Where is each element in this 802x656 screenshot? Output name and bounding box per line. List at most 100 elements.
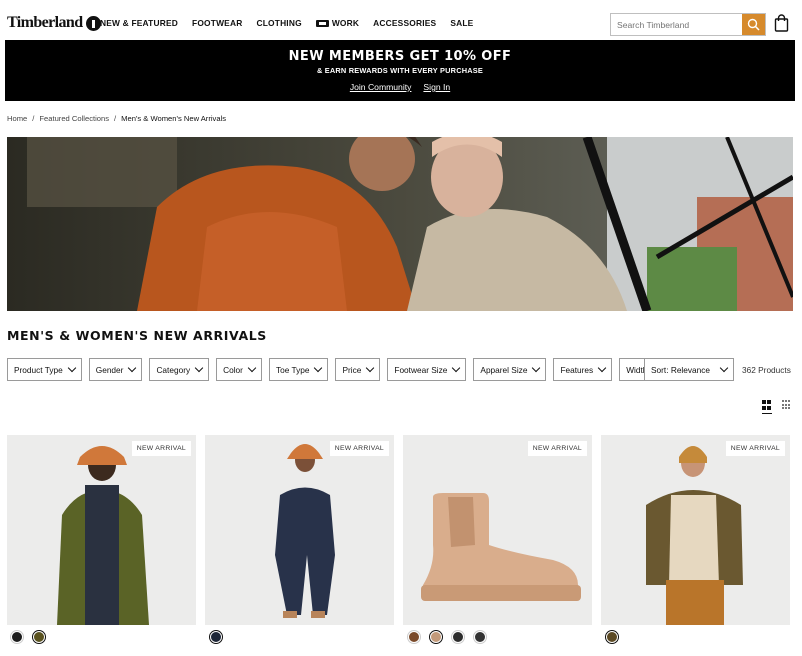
breadcrumb-home[interactable]: Home <box>7 114 27 123</box>
color-swatches <box>605 630 619 644</box>
grid-large-view-button[interactable] <box>762 400 772 414</box>
shopping-bag-icon <box>774 14 789 32</box>
color-swatch-selected[interactable] <box>32 630 46 644</box>
sort-dropdown[interactable]: Sort: Relevance <box>644 358 734 381</box>
product-image <box>275 444 335 618</box>
sign-in-link[interactable]: Sign In <box>423 82 450 92</box>
color-swatch-selected[interactable] <box>209 630 223 644</box>
nav-footwear[interactable]: FOOTWEAR <box>192 18 242 28</box>
filter-product-type[interactable]: Product Type <box>7 358 82 381</box>
grid-large-icon <box>762 400 772 410</box>
filter-label: Apparel Size <box>480 364 528 375</box>
breadcrumb-separator: / <box>32 114 35 123</box>
nav-clothing[interactable]: CLOTHING <box>256 18 301 28</box>
product-count: 362 Products <box>742 365 791 375</box>
filter-color[interactable]: Color <box>216 358 262 381</box>
promo-headline: NEW MEMBERS GET 10% OFF <box>288 49 512 64</box>
nav-new-featured[interactable]: NEW & FEATURED <box>100 18 178 28</box>
search-icon <box>747 18 760 31</box>
swatch-color <box>607 632 617 642</box>
pro-logo-icon <box>315 19 329 27</box>
chevron-down-icon <box>128 363 137 373</box>
timberland-logo[interactable]: Timberland <box>7 14 101 32</box>
new-arrival-badge: NEW ARRIVAL <box>725 441 785 456</box>
swatch-color <box>431 632 441 642</box>
product-card[interactable]: NEW ARRIVAL <box>205 435 394 625</box>
filter-label: Category <box>156 364 191 375</box>
filter-label: Toe Type <box>275 364 310 375</box>
promo-links: Join Community Sign In <box>5 82 795 92</box>
filter-toe-type[interactable]: Toe Type <box>268 358 329 381</box>
chevron-down-icon <box>452 363 461 373</box>
swatch-color <box>211 632 221 642</box>
color-swatches <box>407 630 487 644</box>
product-card[interactable]: NEW ARRIVAL <box>601 435 790 625</box>
product-image <box>57 446 149 625</box>
filter-category[interactable]: Category <box>149 358 210 381</box>
product-card[interactable]: NEW ARRIVAL <box>403 435 592 625</box>
color-swatch[interactable] <box>10 630 24 644</box>
page-title: MEN'S & WOMEN'S NEW ARRIVALS <box>7 328 267 343</box>
chevron-down-icon <box>366 363 375 373</box>
swatch-color <box>12 632 22 642</box>
product-image <box>646 446 743 625</box>
new-arrival-badge: NEW ARRIVAL <box>527 441 587 456</box>
nav-accessories[interactable]: ACCESSORIES <box>373 18 436 28</box>
color-swatch-selected[interactable] <box>429 630 443 644</box>
brand-name: Timberland <box>7 14 83 31</box>
filter-gender[interactable]: Gender <box>88 358 143 381</box>
chevron-down-icon <box>67 363 76 373</box>
chevron-down-icon <box>597 363 607 373</box>
filter-price[interactable]: Price <box>335 358 381 381</box>
grid-small-view-button[interactable] <box>782 400 792 414</box>
color-swatch[interactable] <box>473 630 487 644</box>
swatch-color <box>475 632 485 642</box>
nav-sale[interactable]: SALE <box>450 18 473 28</box>
filter-bar: Product Type Gender Category Color Toe T… <box>7 358 667 381</box>
filter-footwear-size[interactable]: Footwear Size <box>387 358 467 381</box>
grid-small-icon <box>782 400 792 410</box>
search-box <box>610 13 766 36</box>
swatch-color <box>409 632 419 642</box>
nav-work-label: WORK <box>331 18 360 28</box>
filter-features[interactable]: Features <box>553 358 613 381</box>
nav-work[interactable]: WORK <box>315 18 360 28</box>
breadcrumb-separator: / <box>114 114 117 123</box>
main-nav: NEW & FEATURED FOOTWEAR CLOTHING WORK AC… <box>100 18 473 28</box>
search-input[interactable] <box>611 14 742 35</box>
site-header: Timberland NEW & FEATURED FOOTWEAR CLOTH… <box>0 0 802 40</box>
product-image <box>421 493 581 601</box>
filter-label: Features <box>560 364 594 375</box>
product-grid: NEW ARRIVAL NEW ARRIVAL NEW ARRIVAL NEW … <box>7 435 790 625</box>
breadcrumb-current: Men's & Women's New Arrivals <box>121 114 227 123</box>
chevron-down-icon <box>532 363 541 373</box>
filter-apparel-size[interactable]: Apparel Size <box>473 358 547 381</box>
swatch-color <box>34 632 44 642</box>
color-swatches <box>209 630 223 644</box>
filter-label: Color <box>223 364 243 375</box>
view-toggle <box>762 400 792 414</box>
color-swatch[interactable] <box>451 630 465 644</box>
promo-banner: NEW MEMBERS GET 10% OFF & EARN REWARDS W… <box>5 40 795 101</box>
filter-label: Gender <box>95 364 124 375</box>
cart-button[interactable] <box>774 14 789 37</box>
chevron-down-icon <box>719 363 729 373</box>
hero-image <box>7 137 793 311</box>
new-arrival-badge: NEW ARRIVAL <box>131 441 191 456</box>
color-swatch[interactable] <box>407 630 421 644</box>
join-community-link[interactable]: Join Community <box>350 82 412 92</box>
breadcrumb: Home / Featured Collections / Men's & Wo… <box>7 114 226 123</box>
product-card[interactable]: NEW ARRIVAL <box>7 435 196 625</box>
swatch-color <box>453 632 463 642</box>
new-arrival-badge: NEW ARRIVAL <box>329 441 389 456</box>
chevron-down-icon <box>247 363 257 373</box>
promo-subtext: & EARN REWARDS WITH EVERY PURCHASE <box>316 66 484 75</box>
color-swatch-selected[interactable] <box>605 630 619 644</box>
breadcrumb-featured[interactable]: Featured Collections <box>39 114 109 123</box>
filter-label: Price <box>342 364 362 375</box>
tree-logo-icon <box>85 15 101 31</box>
chevron-down-icon <box>314 363 323 373</box>
color-swatches <box>10 630 46 644</box>
filter-label: Product Type <box>14 364 63 375</box>
search-button[interactable] <box>742 14 765 35</box>
